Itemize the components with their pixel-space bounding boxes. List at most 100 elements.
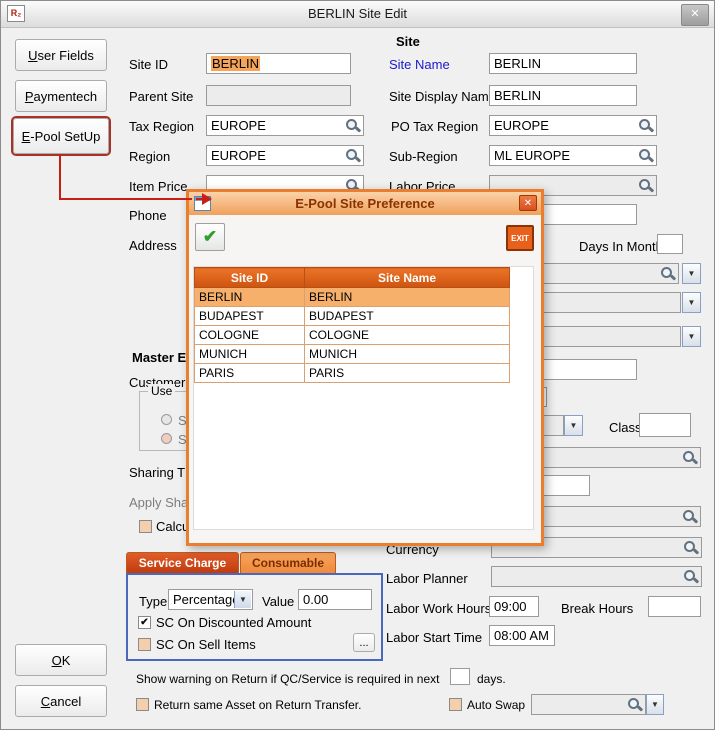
sc-sell-items-checkbox[interactable]	[138, 638, 151, 651]
lookup-field-2-icon[interactable]	[682, 450, 697, 465]
site-id-cell: PARIS	[195, 364, 305, 383]
epool-accept-button[interactable]: ✔	[195, 223, 225, 251]
region-lookup-icon[interactable]	[345, 148, 360, 163]
combo-field-2-dropdown-icon[interactable]: ▼	[682, 326, 701, 347]
site-display-name-field[interactable]	[489, 85, 637, 106]
sc-type-dropdown-icon[interactable]: ▼	[234, 591, 251, 608]
po-tax-region-label: PO Tax Region	[391, 119, 478, 134]
po-tax-region-value: EUROPE	[494, 118, 549, 133]
epool-close-button[interactable]: ✕	[519, 195, 537, 211]
region-label: Region	[129, 149, 170, 164]
labor-start-time-field[interactable]	[489, 625, 555, 646]
site-id-column-header: Site ID	[195, 268, 305, 288]
address-label: Address	[129, 238, 177, 253]
site-id-label: Site ID	[129, 57, 168, 72]
site-name-field[interactable]	[489, 53, 637, 74]
sharing-label: Sharing T	[129, 465, 185, 480]
user-fields-button[interactable]: User Fields	[15, 39, 107, 71]
lookup-field-3-icon[interactable]	[682, 509, 697, 524]
auto-swap-lookup-icon[interactable]	[627, 697, 642, 712]
window-title: BERLIN Site Edit	[1, 1, 714, 27]
cancel-button[interactable]: Cancel	[15, 685, 107, 717]
site-id-field[interactable]: BERLIN	[206, 53, 351, 74]
tax-region-lookup-icon[interactable]	[345, 118, 360, 133]
site-section-header: Site	[396, 34, 420, 49]
site-edit-window: R₂ BERLIN Site Edit ✕ User Fields Paymen…	[0, 0, 715, 730]
epool-dialog-title: E-Pool Site Preference	[189, 192, 541, 215]
warning-days-field[interactable]	[450, 668, 470, 685]
epool-connector-vertical-line	[59, 154, 61, 200]
combo-field-3-dropdown-icon[interactable]: ▼	[564, 415, 583, 436]
site-display-name-label: Site Display Name	[389, 89, 496, 104]
currency-lookup-icon[interactable]	[683, 540, 698, 555]
site-name-cell: MUNICH	[305, 345, 510, 364]
lookup-field-1-icon[interactable]	[660, 266, 675, 281]
site-name-cell: COLOGNE	[305, 326, 510, 345]
sc-type-label: Type	[139, 594, 167, 609]
site-id-cell: COLOGNE	[195, 326, 305, 345]
sc-sell-items-more-button[interactable]: ...	[353, 633, 375, 652]
return-same-asset-checkbox[interactable]	[136, 698, 149, 711]
site-row-paris[interactable]: PARIS PARIS	[195, 364, 510, 383]
po-tax-region-lookup-icon[interactable]	[638, 118, 653, 133]
warning-days-suffix: days.	[477, 672, 506, 686]
sub-region-field[interactable]: ML EUROPE	[489, 145, 657, 166]
epool-preference-dialog: E-Pool Site Preference ✕ ✔ EXIT Site ID …	[186, 189, 544, 546]
auto-swap-dropdown-icon[interactable]: ▼	[646, 694, 664, 715]
sc-type-combo[interactable]: Percentage ▼	[168, 589, 253, 610]
sc-value-label: Value	[262, 594, 294, 609]
share-radio-2[interactable]	[161, 433, 172, 444]
epool-exit-button[interactable]: EXIT	[506, 225, 534, 251]
region-field[interactable]: EUROPE	[206, 145, 364, 166]
epool-setup-button[interactable]: E-Pool SetUp	[13, 118, 109, 154]
site-row-budapest[interactable]: BUDAPEST BUDAPEST	[195, 307, 510, 326]
tab-consumable[interactable]: Consumable	[240, 552, 336, 573]
tax-region-field[interactable]: EUROPE	[206, 115, 364, 136]
window-close-button[interactable]: ✕	[681, 4, 709, 26]
site-row-cologne[interactable]: COLOGNE COLOGNE	[195, 326, 510, 345]
sub-region-label: Sub-Region	[389, 149, 458, 164]
epool-site-list-viewport: Site ID Site Name BERLIN BERLIN BUDAPEST…	[193, 266, 534, 530]
sc-sell-items-label: SC On Sell Items	[156, 637, 256, 652]
combo-field-1-dropdown-icon[interactable]: ▼	[682, 292, 701, 313]
sub-region-lookup-icon[interactable]	[638, 148, 653, 163]
tax-region-value: EUROPE	[211, 118, 266, 133]
days-in-month-label: Days In Month	[579, 239, 663, 254]
auto-swap-label: Auto Swap	[467, 698, 525, 712]
site-name-cell: BUDAPEST	[305, 307, 510, 326]
sc-discounted-checkbox[interactable]: ✔	[138, 616, 151, 629]
sc-discounted-label: SC On Discounted Amount	[156, 615, 311, 630]
calculate-label: Calcu	[156, 519, 189, 534]
labor-planner-field	[491, 566, 702, 587]
labor-work-hours-label: Labor Work Hours	[386, 601, 491, 616]
calculate-checkbox[interactable]	[139, 520, 152, 533]
auto-swap-checkbox[interactable]	[449, 698, 462, 711]
paymentech-button[interactable]: Paymentech	[15, 80, 107, 112]
site-name-label: Site Name	[389, 57, 450, 72]
site-id-cell: BUDAPEST	[195, 307, 305, 326]
site-row-berlin[interactable]: BERLIN BERLIN	[195, 288, 510, 307]
labor-planner-lookup-icon[interactable]	[683, 569, 698, 584]
share-radio-1[interactable]	[161, 414, 172, 425]
epool-connector-arrowhead-icon	[202, 193, 212, 205]
labor-start-time-label: Labor Start Time	[386, 630, 482, 645]
class-field[interactable]	[639, 413, 691, 437]
warning-text: Show warning on Return if QC/Service is …	[136, 672, 439, 686]
labor-work-hours-field[interactable]	[489, 596, 539, 617]
lookup-field-1-dropdown-icon[interactable]: ▼	[682, 263, 701, 284]
labor-planner-label: Labor Planner	[386, 571, 468, 586]
labor-price-lookup-icon[interactable]	[638, 178, 653, 193]
sc-value-field[interactable]	[298, 589, 372, 610]
tab-service-charge[interactable]: Service Charge	[126, 552, 239, 573]
po-tax-region-field[interactable]: EUROPE	[489, 115, 657, 136]
ok-button[interactable]: OK	[15, 644, 107, 676]
epool-connector-horizontal-line	[59, 198, 186, 200]
unlabeled-field-4[interactable]	[538, 475, 590, 496]
days-in-month-field[interactable]	[657, 234, 683, 254]
site-name-column-header: Site Name	[305, 268, 510, 288]
site-row-munich[interactable]: MUNICH MUNICH	[195, 345, 510, 364]
window-titlebar: R₂ BERLIN Site Edit ✕	[1, 1, 714, 28]
break-hours-label: Break Hours	[561, 601, 633, 616]
break-hours-field[interactable]	[648, 596, 701, 617]
site-name-cell: BERLIN	[305, 288, 510, 307]
